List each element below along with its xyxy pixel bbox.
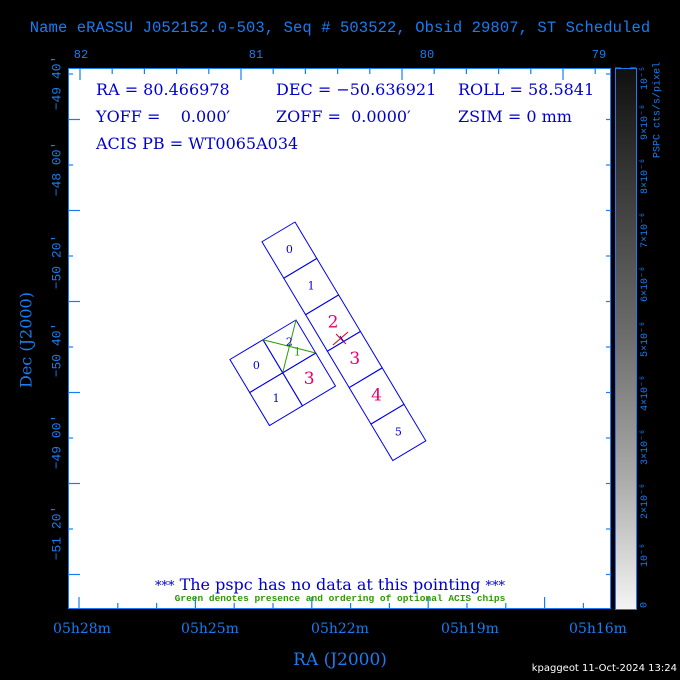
bottom-axis-tick: 05h19m xyxy=(441,621,499,637)
colorbar-label: 10⁻⁶ xyxy=(640,542,651,567)
s-chip-label: 0 xyxy=(286,243,293,256)
axis-ticks xyxy=(68,67,636,610)
colorbar-label: 2×10⁻⁶ xyxy=(640,482,651,519)
s-chip-label: 5 xyxy=(395,425,402,438)
colorbar-label: 4×10⁻⁶ xyxy=(640,374,651,411)
footer-stamp: kpaggeot 11-Oct-2024 13:24 xyxy=(531,663,677,674)
x-axis-title: RA (J2000) xyxy=(293,650,387,670)
acis-chips: 01234501123 xyxy=(229,221,427,462)
i-chip-label: 2 xyxy=(286,335,293,348)
colorbar-title: PSPC cts/s/pixel xyxy=(652,61,664,159)
colorbar-label: 10⁻⁵ xyxy=(640,65,651,91)
bottom-axis-tick: 05h22m xyxy=(311,621,369,637)
s-chip-label: 1 xyxy=(308,280,315,293)
colorbar-label: 8×10⁻⁶ xyxy=(640,158,651,195)
i-chip-label: 3 xyxy=(304,369,315,389)
s-chip-label: 2 xyxy=(328,313,339,333)
colorbar-label: 0 xyxy=(639,601,651,609)
i-chip-label: 1 xyxy=(273,392,280,405)
bottom-axis-tick: 05h28m xyxy=(53,621,111,637)
colorbar-label: 3×10⁻⁶ xyxy=(640,428,651,465)
chip-overlay: 01234501123 xyxy=(68,67,636,610)
s-chip-label: 4 xyxy=(371,385,382,405)
colorbar-label: 5×10⁻⁶ xyxy=(640,320,651,357)
colorbar-label: 9×10⁻⁶ xyxy=(640,104,651,141)
s-chip-label: 3 xyxy=(349,349,360,369)
optional-order-label: 1 xyxy=(294,345,301,358)
colorbar-label: 6×10⁻⁶ xyxy=(640,266,651,303)
bottom-axis-tick: 05h25m xyxy=(181,621,239,637)
i-chip-label: 0 xyxy=(253,359,260,372)
colorbar-label: 7×10⁻⁶ xyxy=(640,212,651,249)
colorbar xyxy=(615,68,637,610)
bottom-axis-tick: 05h16m xyxy=(569,621,627,637)
